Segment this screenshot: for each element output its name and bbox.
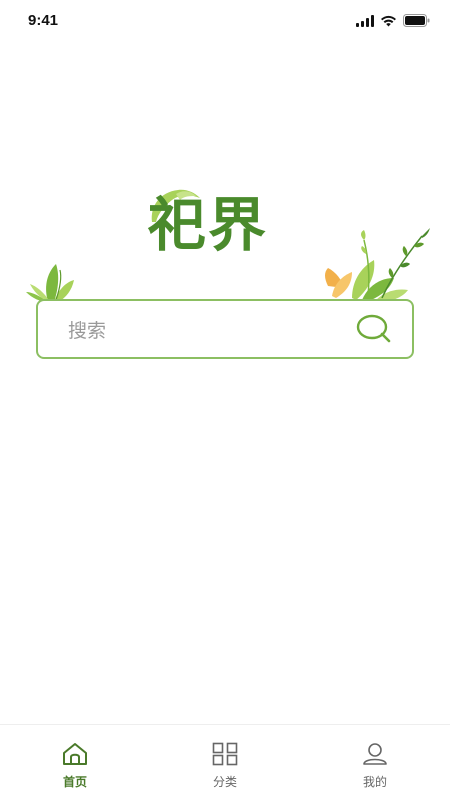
logo-text: 祀界 [148,191,269,259]
search-box[interactable]: 搜索 [36,299,414,359]
wifi-icon [380,15,397,27]
tab-profile[interactable]: 我的 [300,725,450,800]
home-icon [61,741,89,767]
app-logo: 祀界 [140,180,310,260]
search-input[interactable]: 搜索 [68,316,356,343]
plant-decoration-left [26,264,74,302]
user-icon [362,741,388,767]
tab-home[interactable]: 首页 [0,725,150,800]
battery-icon [403,14,430,27]
status-icons [356,14,430,27]
tab-home-label: 首页 [62,775,87,789]
signal-icon [356,14,374,27]
tab-profile-label: 我的 [362,775,387,789]
status-time: 9:41 [28,12,59,29]
grid-icon [212,741,238,767]
status-bar: 9:41 [0,0,450,44]
tab-category[interactable]: 分类 [150,725,300,800]
search-icon[interactable] [356,311,392,347]
tab-bar: 首页 分类 我的 [0,724,450,800]
tab-category-label: 分类 [212,775,237,789]
plant-decoration-right [325,228,430,302]
